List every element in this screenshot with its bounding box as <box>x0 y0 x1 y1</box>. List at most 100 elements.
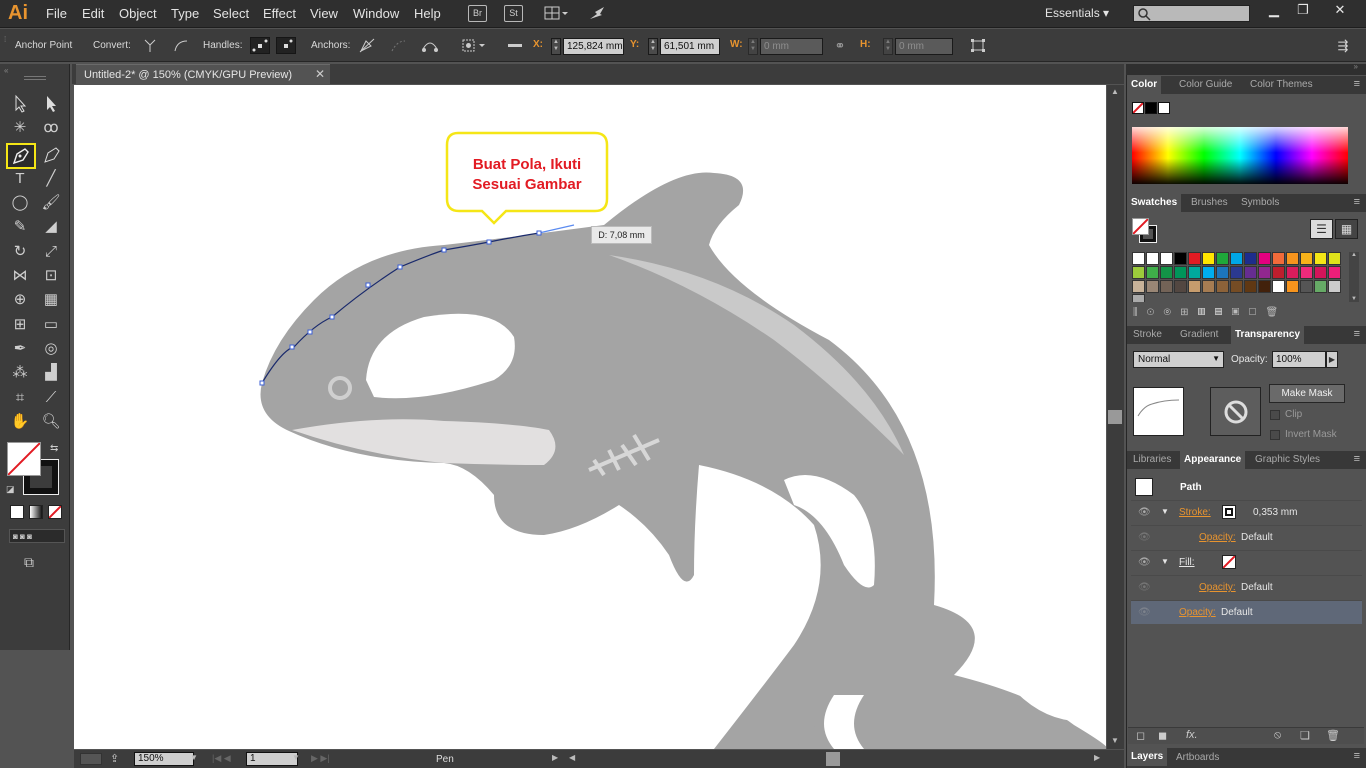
color-swatch[interactable] <box>1132 266 1145 279</box>
status-menu-icon[interactable]: ▶ <box>552 753 558 762</box>
opacity-slider-icon[interactable]: ▶ <box>1326 351 1338 368</box>
color-swatch[interactable] <box>1314 280 1327 293</box>
color-spectrum[interactable] <box>1132 127 1348 184</box>
color-swatch[interactable] <box>1202 252 1215 265</box>
mesh-tool-icon[interactable]: ⊞ <box>8 314 32 336</box>
show-handles-icon[interactable] <box>250 37 270 54</box>
color-swatch[interactable] <box>1300 266 1313 279</box>
hscroll-thumb[interactable] <box>826 752 840 766</box>
tab-swatches[interactable]: Swatches <box>1127 194 1182 212</box>
black-swatch[interactable] <box>1145 102 1157 114</box>
pencil-tool-icon[interactable]: ✎ <box>8 216 32 238</box>
pen-tool-icon[interactable] <box>6 143 36 169</box>
object-opacity-label[interactable]: Opacity: <box>1179 607 1216 618</box>
add-stroke-icon[interactable]: ◻ <box>1136 729 1145 742</box>
expand-triangle-icon[interactable]: ▼ <box>1161 507 1169 516</box>
color-swatch[interactable] <box>1300 280 1313 293</box>
menu-help[interactable]: Help <box>414 6 441 21</box>
color-swatch[interactable] <box>1244 252 1257 265</box>
restore-icon[interactable]: ❐ <box>1291 2 1315 18</box>
artboard-tool-icon[interactable]: ⌗ <box>8 387 32 409</box>
menu-object[interactable]: Object <box>119 6 157 21</box>
curvature-tool-icon[interactable] <box>39 144 63 166</box>
search-input[interactable] <box>1133 5 1250 22</box>
color-swatch[interactable] <box>1174 252 1187 265</box>
remove-anchor-icon[interactable] <box>357 37 377 54</box>
layers-panel-menu-icon[interactable]: ≡ <box>1354 750 1360 762</box>
color-swatch[interactable] <box>1244 280 1257 293</box>
type-tool-icon[interactable]: T <box>8 168 32 190</box>
visibility-eye-icon[interactable]: 👁︎ <box>1138 582 1151 593</box>
perspective-grid-tool-icon[interactable]: ▦ <box>39 289 63 311</box>
color-swatch[interactable] <box>1272 252 1285 265</box>
color-swatch[interactable] <box>1300 252 1313 265</box>
tab-brushes[interactable]: Brushes <box>1191 197 1228 208</box>
w-stepper[interactable]: ▲ ▼ <box>748 38 758 55</box>
direct-selection-tool-icon[interactable] <box>39 92 63 114</box>
close-icon[interactable]: ✕ <box>1328 2 1352 18</box>
color-swatch[interactable] <box>1258 280 1271 293</box>
color-swatch[interactable] <box>1244 266 1257 279</box>
color-swatch[interactable] <box>1202 266 1215 279</box>
color-swatch[interactable] <box>1160 252 1173 265</box>
fill-opacity-label[interactable]: Opacity: <box>1199 582 1236 593</box>
color-swatch[interactable] <box>1258 266 1271 279</box>
panel-menu-icon[interactable]: ⇶ <box>1333 37 1353 54</box>
cut-path-icon[interactable] <box>420 37 440 54</box>
visibility-eye-icon[interactable]: 👁︎ <box>1138 532 1151 543</box>
screen-mode-icon[interactable]: ⧉ <box>24 554 34 571</box>
bridge-icon[interactable]: Br <box>468 5 487 22</box>
color-mode-icon[interactable] <box>10 505 24 519</box>
color-swatch[interactable] <box>1160 280 1173 293</box>
tab-layers[interactable]: Layers <box>1127 748 1168 766</box>
menu-window[interactable]: Window <box>353 6 399 21</box>
w-field[interactable]: 0 mm <box>760 38 823 55</box>
menu-view[interactable]: View <box>310 6 338 21</box>
artboard-dropdown-icon[interactable]: ▼ <box>292 753 300 762</box>
artboard-field[interactable]: 1 <box>246 752 298 766</box>
swatches-panel-menu-icon[interactable]: ≡ <box>1354 196 1360 208</box>
visibility-eye-icon[interactable]: 👁︎ <box>1138 507 1151 518</box>
fx-icon[interactable]: fx. <box>1186 729 1198 741</box>
color-swatch[interactable] <box>1230 280 1243 293</box>
vertical-scrollbar[interactable]: ▲ ▼ <box>1107 85 1124 749</box>
collapse-icon[interactable]: « <box>4 66 8 75</box>
color-swatch[interactable] <box>1328 280 1341 293</box>
tab-graphic-styles[interactable]: Graphic Styles <box>1255 454 1320 465</box>
h-stepper[interactable]: ▲ ▼ <box>883 38 893 55</box>
default-colors-icon[interactable]: ◪ <box>6 484 15 495</box>
color-swatch[interactable] <box>1230 252 1243 265</box>
color-swatch[interactable] <box>1146 252 1159 265</box>
menu-edit[interactable]: Edit <box>82 6 104 21</box>
color-swatch[interactable] <box>1216 280 1229 293</box>
delete-item-icon[interactable]: 🗑 <box>1326 729 1340 742</box>
blend-tool-icon[interactable]: ◎ <box>39 338 63 360</box>
share-icon[interactable]: ⇪ <box>110 752 119 765</box>
blend-mode-select[interactable]: Normal ▼ <box>1133 351 1224 368</box>
color-swatch[interactable] <box>1286 280 1299 293</box>
x-field[interactable]: 125,824 mm <box>563 38 624 55</box>
grid-view-icon[interactable]: ▦ <box>1335 219 1358 239</box>
selection-tool-icon[interactable] <box>8 92 32 114</box>
make-mask-button[interactable]: Make Mask <box>1269 384 1345 403</box>
stroke-label[interactable]: Stroke: <box>1179 507 1211 518</box>
color-swatch[interactable] <box>1174 266 1187 279</box>
color-swatch[interactable] <box>1272 280 1285 293</box>
hand-tool-icon[interactable]: ✋ <box>8 411 32 433</box>
appearance-panel-menu-icon[interactable]: ≡ <box>1354 453 1360 465</box>
color-swatch[interactable] <box>1160 266 1173 279</box>
none-swatch[interactable] <box>1132 102 1144 114</box>
menu-effect[interactable]: Effect <box>263 6 296 21</box>
stroke-opacity-label[interactable]: Opacity: <box>1199 532 1236 543</box>
visibility-eye-icon[interactable]: 👁︎ <box>1138 557 1151 568</box>
menu-type[interactable]: Type <box>171 6 199 21</box>
color-swatch[interactable] <box>1328 252 1341 265</box>
color-swatch[interactable] <box>1188 266 1201 279</box>
tab-artboards[interactable]: Artboards <box>1176 752 1219 763</box>
lasso-tool-icon[interactable]: ꝏ <box>39 117 63 139</box>
color-swatch[interactable] <box>1146 266 1159 279</box>
zoom-dropdown-icon[interactable]: ▼ <box>190 753 198 762</box>
line-tool-icon[interactable]: ╱ <box>39 168 63 190</box>
tab-gradient[interactable]: Gradient <box>1180 329 1218 340</box>
y-field[interactable]: 61,501 mm <box>660 38 720 55</box>
